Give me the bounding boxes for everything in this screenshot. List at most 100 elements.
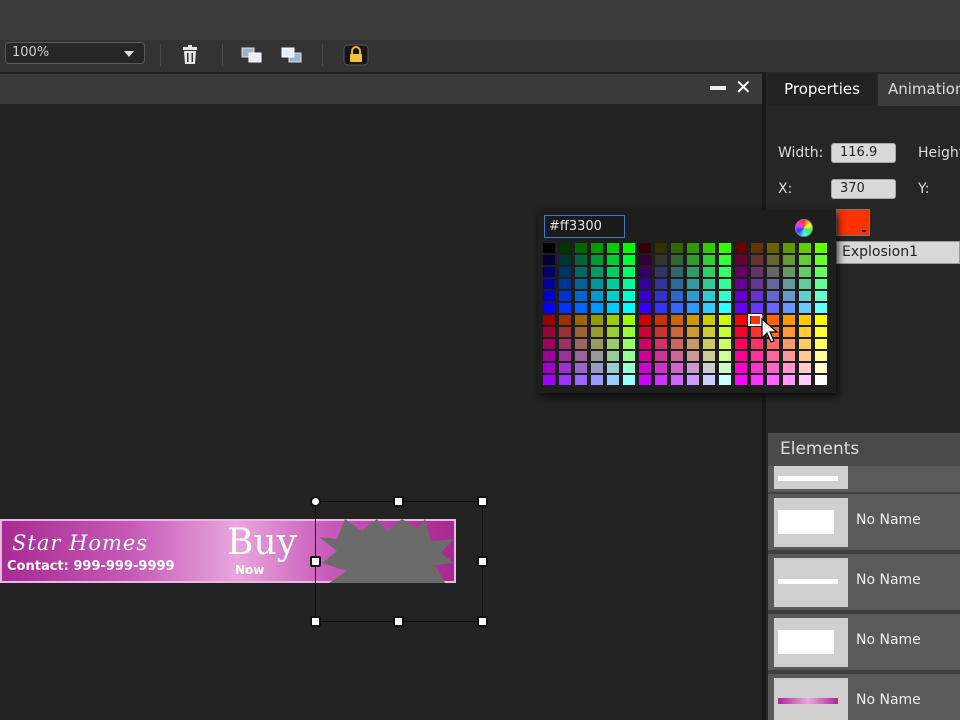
color-cell[interactable]	[559, 327, 571, 337]
color-cell[interactable]	[815, 315, 827, 325]
color-cell[interactable]	[799, 315, 811, 325]
color-cell[interactable]	[559, 279, 571, 289]
color-cell[interactable]	[607, 315, 619, 325]
color-cell[interactable]	[767, 255, 779, 265]
color-cell[interactable]	[687, 255, 699, 265]
color-cell[interactable]	[735, 363, 747, 373]
color-cell[interactable]	[719, 243, 731, 253]
color-wheel-icon[interactable]	[795, 219, 813, 237]
color-cell[interactable]	[575, 243, 587, 253]
color-cell[interactable]	[687, 363, 699, 373]
color-cell[interactable]	[719, 291, 731, 301]
color-cell[interactable]	[815, 267, 827, 277]
color-cell[interactable]	[767, 279, 779, 289]
rotate-handle[interactable]	[310, 496, 321, 507]
resize-handle-left[interactable]	[310, 556, 321, 567]
close-icon[interactable]: ✕	[735, 76, 753, 98]
color-cell[interactable]	[639, 351, 651, 361]
color-cell[interactable]	[543, 327, 555, 337]
color-cell[interactable]	[543, 351, 555, 361]
color-cell[interactable]	[559, 267, 571, 277]
color-cell[interactable]	[655, 243, 667, 253]
color-cell[interactable]	[799, 375, 811, 385]
resize-handle-bottom-right[interactable]	[477, 616, 488, 627]
color-cell[interactable]	[591, 351, 603, 361]
color-cell[interactable]	[751, 291, 763, 301]
color-cell[interactable]	[735, 339, 747, 349]
color-cell[interactable]	[703, 243, 715, 253]
color-cell[interactable]	[815, 291, 827, 301]
color-cell[interactable]	[591, 363, 603, 373]
color-cell[interactable]	[671, 267, 683, 277]
color-cell[interactable]	[623, 303, 635, 313]
color-cell[interactable]	[655, 291, 667, 301]
color-cell[interactable]	[575, 327, 587, 337]
color-cell[interactable]	[703, 291, 715, 301]
color-cell[interactable]	[703, 255, 715, 265]
color-cell[interactable]	[575, 315, 587, 325]
color-cell[interactable]	[799, 291, 811, 301]
list-item[interactable]: No Name	[768, 494, 960, 550]
color-cell[interactable]	[703, 327, 715, 337]
color-cell[interactable]	[815, 255, 827, 265]
color-cell[interactable]	[607, 303, 619, 313]
color-cell[interactable]	[799, 243, 811, 253]
color-cell[interactable]	[575, 339, 587, 349]
canvas-stage[interactable]	[0, 104, 762, 720]
color-cell[interactable]	[815, 375, 827, 385]
color-cell[interactable]	[815, 327, 827, 337]
color-cell[interactable]	[719, 339, 731, 349]
color-cell[interactable]	[607, 291, 619, 301]
color-cell[interactable]	[815, 339, 827, 349]
delete-button[interactable]	[178, 44, 202, 66]
color-cell[interactable]	[719, 351, 731, 361]
color-cell[interactable]	[671, 279, 683, 289]
color-cell[interactable]	[703, 267, 715, 277]
list-item[interactable]: No Name	[768, 554, 960, 610]
color-cell[interactable]	[591, 315, 603, 325]
color-cell[interactable]	[735, 291, 747, 301]
color-cell[interactable]	[703, 315, 715, 325]
color-cell[interactable]	[655, 279, 667, 289]
color-cell[interactable]	[767, 291, 779, 301]
color-cell[interactable]	[767, 363, 779, 373]
color-cell[interactable]	[735, 255, 747, 265]
color-cell[interactable]	[719, 279, 731, 289]
color-cell[interactable]	[767, 375, 779, 385]
color-cell[interactable]	[559, 291, 571, 301]
color-cell[interactable]	[543, 375, 555, 385]
color-cell[interactable]	[799, 255, 811, 265]
color-cell[interactable]	[543, 279, 555, 289]
hex-color-input[interactable]	[544, 215, 625, 238]
color-cell[interactable]	[559, 303, 571, 313]
color-cell[interactable]	[575, 267, 587, 277]
color-cell[interactable]	[751, 279, 763, 289]
color-cell[interactable]	[639, 375, 651, 385]
color-cell[interactable]	[607, 327, 619, 337]
resize-handle-right[interactable]	[477, 556, 488, 567]
color-cell[interactable]	[751, 243, 763, 253]
color-cell[interactable]	[751, 375, 763, 385]
color-cell[interactable]	[703, 303, 715, 313]
color-cell[interactable]	[575, 363, 587, 373]
color-cell[interactable]	[687, 291, 699, 301]
color-cell[interactable]	[575, 375, 587, 385]
color-cell[interactable]	[671, 375, 683, 385]
color-cell[interactable]	[591, 243, 603, 253]
color-cell[interactable]	[543, 363, 555, 373]
color-cell[interactable]	[719, 327, 731, 337]
color-cell[interactable]	[687, 375, 699, 385]
color-cell[interactable]	[687, 339, 699, 349]
minimize-icon[interactable]	[710, 86, 726, 90]
color-cell[interactable]	[623, 315, 635, 325]
element-name-field[interactable]: Explosion1	[836, 241, 960, 264]
color-cell[interactable]	[623, 255, 635, 265]
color-cell[interactable]	[703, 279, 715, 289]
color-cell[interactable]	[575, 303, 587, 313]
lock-button[interactable]	[343, 44, 369, 66]
color-cell[interactable]	[687, 267, 699, 277]
color-cell[interactable]	[751, 351, 763, 361]
color-cell[interactable]	[735, 279, 747, 289]
color-cell[interactable]	[543, 303, 555, 313]
color-cell[interactable]	[799, 339, 811, 349]
